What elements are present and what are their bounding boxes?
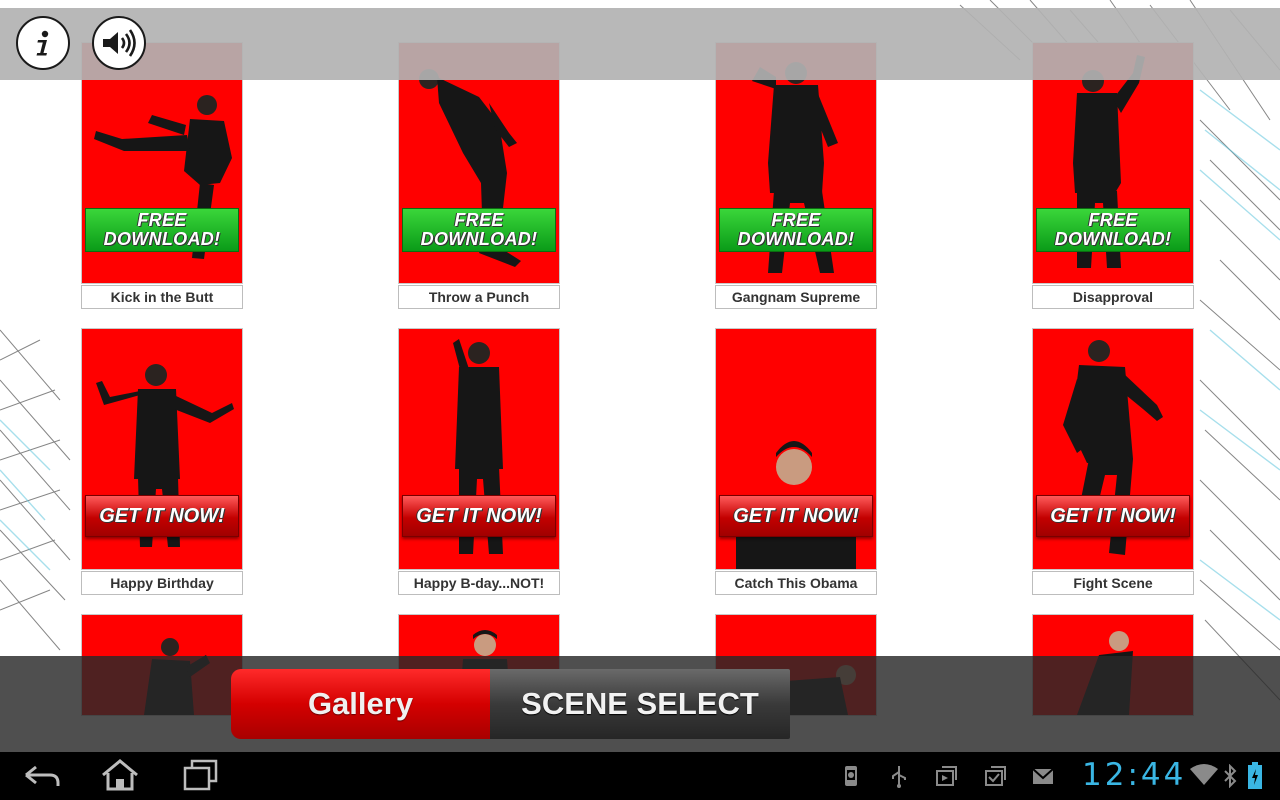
free-download-badge[interactable]: FREE DOWNLOAD! (1036, 208, 1190, 252)
scene-title: Fight Scene (1032, 571, 1194, 595)
scene-thumbnail: GET IT NOW! (1032, 328, 1194, 570)
scene-tile-catch-this-obama[interactable]: GET IT NOW! Catch This Obama (715, 328, 877, 595)
scene-title: Catch This Obama (715, 571, 877, 595)
sound-button[interactable] (92, 16, 146, 70)
free-download-badge[interactable]: FREE DOWNLOAD! (402, 208, 556, 252)
scene-tile-throw-a-punch[interactable]: FREE DOWNLOAD! Throw a Punch (398, 42, 560, 309)
usb-icon[interactable] (889, 764, 909, 788)
scene-tile-kick-in-the-butt[interactable]: FREE DOWNLOAD! Kick in the Butt (81, 42, 243, 309)
tab-scene-select[interactable]: SCENE SELECT (490, 669, 790, 739)
scene-tile-happy-bday-not[interactable]: GET IT NOW! Happy B-day...NOT! (398, 328, 560, 595)
update-icon[interactable] (983, 764, 1007, 788)
scene-title: Happy B-day...NOT! (398, 571, 560, 595)
android-debug-icon[interactable] (840, 764, 862, 788)
get-it-now-badge[interactable]: GET IT NOW! (719, 495, 873, 537)
scene-tile-gangnam-supreme[interactable]: FREE DOWNLOAD! Gangnam Supreme (715, 42, 877, 309)
email-icon[interactable] (1031, 764, 1055, 788)
battery-icon (1248, 762, 1262, 789)
get-it-now-badge[interactable]: GET IT NOW! (85, 495, 239, 537)
back-icon[interactable] (22, 758, 62, 792)
scene-thumbnail: GET IT NOW! (715, 328, 877, 570)
download-icon[interactable] (934, 764, 958, 788)
tab-gallery[interactable]: Gallery (231, 669, 490, 739)
scene-title: Gangnam Supreme (715, 285, 877, 309)
get-it-now-badge[interactable]: GET IT NOW! (1036, 495, 1190, 537)
scene-title: Throw a Punch (398, 285, 560, 309)
home-icon[interactable] (100, 758, 140, 792)
top-toolbar (0, 8, 1280, 80)
scene-tile-disapproval[interactable]: FREE DOWNLOAD! Disapproval (1032, 42, 1194, 309)
info-button[interactable] (16, 16, 70, 70)
bluetooth-icon (1224, 764, 1237, 788)
free-download-badge[interactable]: FREE DOWNLOAD! (85, 208, 239, 252)
scene-tile-happy-birthday[interactable]: GET IT NOW! Happy Birthday (81, 328, 243, 595)
scene-tile-fight-scene[interactable]: GET IT NOW! Fight Scene (1032, 328, 1194, 595)
scene-title: Disapproval (1032, 285, 1194, 309)
scene-title: Kick in the Butt (81, 285, 243, 309)
info-icon (36, 30, 49, 56)
scene-thumbnail: GET IT NOW! (81, 328, 243, 570)
speaker-icon (103, 29, 136, 57)
scene-title: Happy Birthday (81, 571, 243, 595)
wifi-icon (1190, 764, 1218, 785)
get-it-now-badge[interactable]: GET IT NOW! (402, 495, 556, 537)
scene-thumbnail: GET IT NOW! (398, 328, 560, 570)
recent-apps-icon[interactable] (182, 758, 220, 792)
free-download-badge[interactable]: FREE DOWNLOAD! (719, 208, 873, 252)
status-clock: 12:44 (1082, 757, 1187, 793)
